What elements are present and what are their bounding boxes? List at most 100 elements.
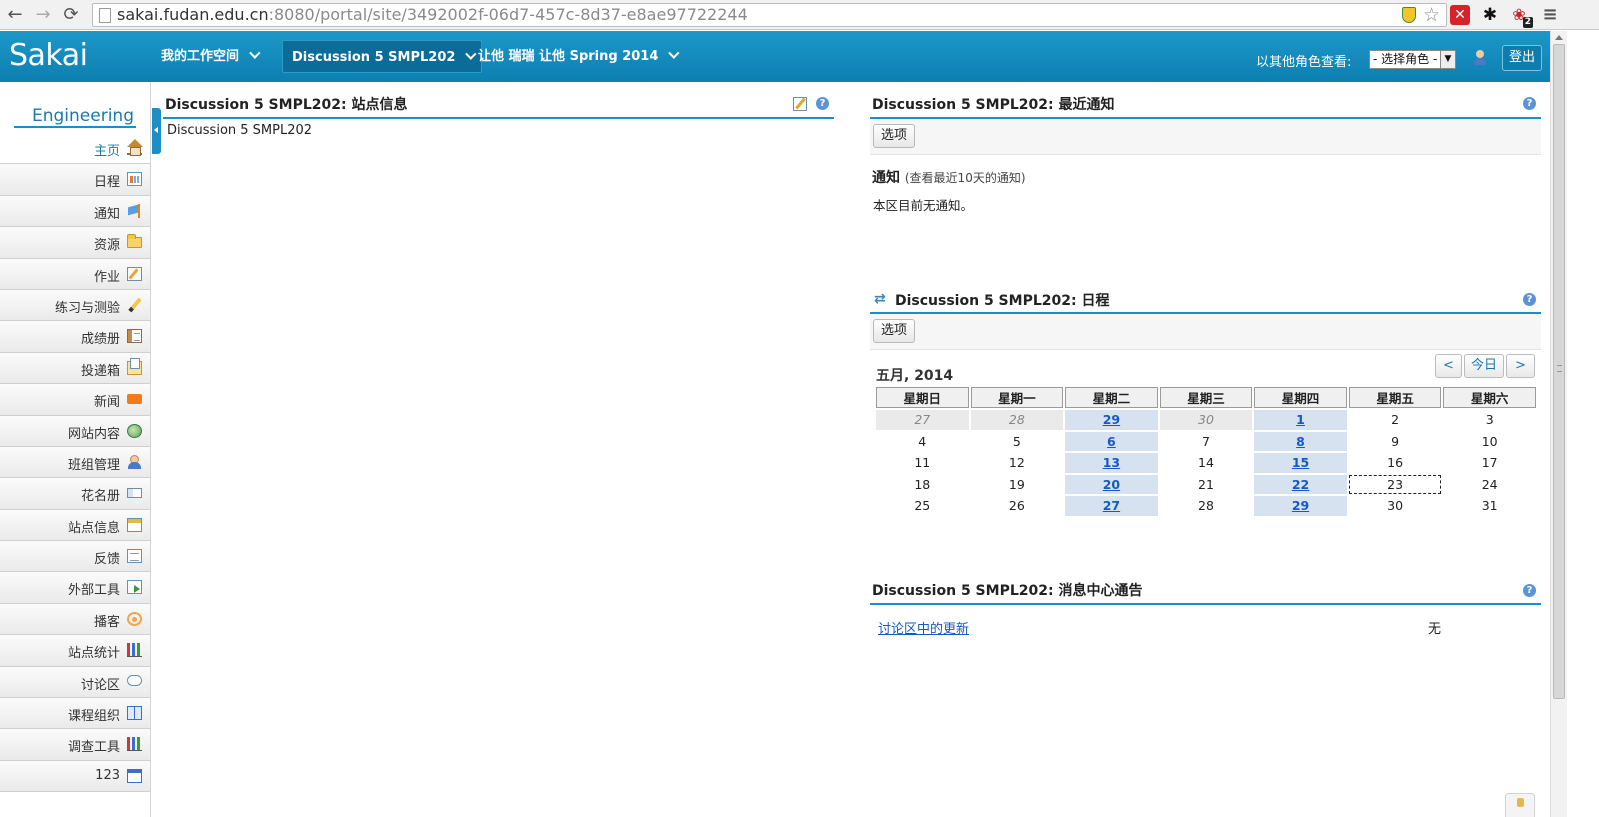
collapse-menu-toggle[interactable] <box>152 108 161 154</box>
scroll-up-arrow-icon[interactable] <box>1555 35 1563 40</box>
sidebar-item-123[interactable]: 123 <box>0 760 150 793</box>
tool-menu: Engineering 主页 日程 通知 资源 作业 练习与测验 成绩册 投递箱… <box>0 82 151 817</box>
help-icon[interactable]: ? <box>816 97 829 110</box>
red-extension-icon[interactable]: ❀ 2 <box>1509 5 1533 28</box>
calendar-day[interactable]: 8 <box>1254 431 1347 451</box>
sidebar-item-tests[interactable]: 练习与测验 <box>0 289 150 322</box>
calendar-day: 28 <box>970 410 1064 430</box>
today-button[interactable]: 今日 <box>1464 354 1504 378</box>
refresh-icon[interactable]: ⇄ <box>874 292 888 306</box>
sidebar-item-feedback[interactable]: 反馈 <box>0 541 150 573</box>
shield-icon[interactable] <box>1402 7 1416 23</box>
edit-icon[interactable] <box>793 97 807 111</box>
site-title: Engineering <box>14 106 136 128</box>
calendar-day[interactable]: 27 <box>1065 496 1158 516</box>
calendar-day: 5 <box>1012 433 1021 449</box>
page-tool-icon[interactable] <box>1505 793 1535 817</box>
help-icon[interactable]: ? <box>1523 293 1536 306</box>
calendar-day-link[interactable]: 29 <box>1292 498 1309 513</box>
sidebar-item-web-content[interactable]: 网站内容 <box>0 415 150 447</box>
dropbox-icon <box>127 357 142 375</box>
logout-button[interactable]: 登出 <box>1502 45 1542 71</box>
no-announcements-text: 本区目前无通知。 <box>873 198 974 213</box>
sidebar-item-dropbox[interactable]: 投递箱 <box>0 352 150 385</box>
calendar-day-link[interactable]: 8 <box>1296 434 1305 449</box>
calendar-title: Discussion 5 SMPL202: 日程 <box>895 293 1110 309</box>
calendar-day-link[interactable]: 22 <box>1292 477 1309 492</box>
sidebar-item-roster[interactable]: 花名册 <box>0 478 150 510</box>
calendar-day-link[interactable]: 6 <box>1107 434 1116 449</box>
scrollbar-thumb[interactable] <box>1553 44 1565 699</box>
calendar-day[interactable]: 15 <box>1254 453 1347 473</box>
sidebar-item-schedule[interactable]: 日程 <box>0 164 150 196</box>
back-arrow-icon[interactable]: ← <box>4 4 26 26</box>
sidebar-item-external-tools[interactable]: 外部工具 <box>0 572 150 604</box>
sidebar-item-forums[interactable]: 讨论区 <box>0 666 150 699</box>
calendar-day: 7 <box>1201 433 1210 449</box>
prev-month-button[interactable]: < <box>1435 354 1462 378</box>
chevron-down-icon[interactable] <box>249 47 261 59</box>
tool-list: 主页 日程 通知 资源 作业 练习与测验 成绩册 投递箱 新闻 网站内容 班组管… <box>0 133 150 793</box>
address-bar[interactable]: sakai.fudan.edu.cn:8080/portal/site/3492… <box>92 3 1447 27</box>
calendar-day: 2 <box>1391 412 1400 428</box>
user-icon[interactable] <box>1473 50 1487 66</box>
tab-current-site[interactable]: Discussion 5 SMPL202 <box>282 40 483 73</box>
bookmark-star-icon[interactable]: ☆ <box>1423 4 1440 26</box>
tab-my-workspace[interactable]: 我的工作空间 <box>152 40 265 73</box>
calendar-day[interactable]: 20 <box>1065 474 1158 494</box>
extension-x-icon[interactable]: ✕ <box>1450 5 1470 25</box>
pencil-icon <box>127 298 142 312</box>
calendar-day-link[interactable]: 15 <box>1292 455 1309 470</box>
extension-badge: 2 <box>1522 17 1533 28</box>
calendar-day: 12 <box>1008 455 1025 471</box>
sidebar-item-assignments[interactable]: 作业 <box>0 258 150 290</box>
help-icon[interactable]: ? <box>1523 584 1536 597</box>
gradebook-icon <box>127 329 142 344</box>
forum-updates-link[interactable]: 讨论区中的更新 <box>878 618 969 637</box>
title-divider <box>870 603 1541 605</box>
calendar-day: 30 <box>1159 410 1253 430</box>
calendar-day-link[interactable]: 29 <box>1103 412 1120 427</box>
calendar-day[interactable]: 1 <box>1254 410 1347 430</box>
sidebar-item-announcements[interactable]: 通知 <box>0 195 150 228</box>
sidebar-item-resources[interactable]: 资源 <box>0 227 150 259</box>
browser-menu-icon[interactable]: ≡ <box>1540 5 1560 25</box>
options-button[interactable]: 选项 <box>873 319 916 343</box>
calendar-day-link[interactable]: 27 <box>1103 498 1120 513</box>
calendar-day[interactable]: 29 <box>1254 496 1347 516</box>
page-scrollbar[interactable] <box>1550 31 1567 817</box>
sidebar-item-site-info[interactable]: 站点信息 <box>0 509 150 542</box>
sidebar-item-gradebook[interactable]: 成绩册 <box>0 321 150 353</box>
sidebar-item-news[interactable]: 新闻 <box>0 384 150 416</box>
forward-arrow-icon[interactable]: → <box>32 4 54 26</box>
reload-icon[interactable]: ⟳ <box>60 4 82 26</box>
weekday-header: 星期三 <box>1159 387 1253 408</box>
calendar-day[interactable]: 29 <box>1065 410 1158 430</box>
sidebar-item-site-stats[interactable]: 站点统计 <box>0 635 150 667</box>
calendar-day[interactable]: 6 <box>1065 431 1158 451</box>
sidebar-item-podcasts[interactable]: 播客 <box>0 603 150 636</box>
sidebar-item-groups[interactable]: 班组管理 <box>0 446 150 479</box>
options-button[interactable]: 选项 <box>873 124 916 148</box>
browser-toolbar: ← → ⟳ sakai.fudan.edu.cn:8080/portal/sit… <box>0 0 1599 30</box>
spider-extension-icon[interactable]: ✱ <box>1480 5 1500 25</box>
role-select[interactable]: - 选择角色 - ▼ <box>1369 50 1456 69</box>
chevron-down-icon[interactable] <box>668 47 680 59</box>
calendar-day-link[interactable]: 20 <box>1103 477 1120 492</box>
sakai-logo[interactable]: Sakai <box>9 38 88 74</box>
calendar-grid: 星期日 星期一 星期二 星期三 星期四 星期五 星期六 27 28 29 30 1 2 3 4 5 6 7 8 9 1… <box>874 385 1538 518</box>
announcements-toolbar: 选项 <box>870 119 1541 155</box>
weekday-header: 星期六 <box>1443 387 1536 408</box>
calendar-day[interactable]: 22 <box>1254 474 1347 494</box>
calendar-toolbar: 选项 <box>870 314 1541 350</box>
calendar-day[interactable]: 13 <box>1065 453 1158 473</box>
sidebar-item-lessons[interactable]: 课程组织 <box>0 698 150 730</box>
next-month-button[interactable]: > <box>1506 354 1535 378</box>
calendar-day-link[interactable]: 13 <box>1103 455 1120 470</box>
tab-spring-2014[interactable]: 让他 瑞瑞 让他 Spring 2014 <box>469 40 684 73</box>
sidebar-item-polls[interactable]: 调查工具 <box>0 729 150 761</box>
site-info-icon <box>127 517 142 532</box>
help-icon[interactable]: ? <box>1523 97 1536 110</box>
calendar-day-link[interactable]: 1 <box>1296 412 1305 427</box>
sidebar-item-home[interactable]: 主页 <box>0 133 150 165</box>
